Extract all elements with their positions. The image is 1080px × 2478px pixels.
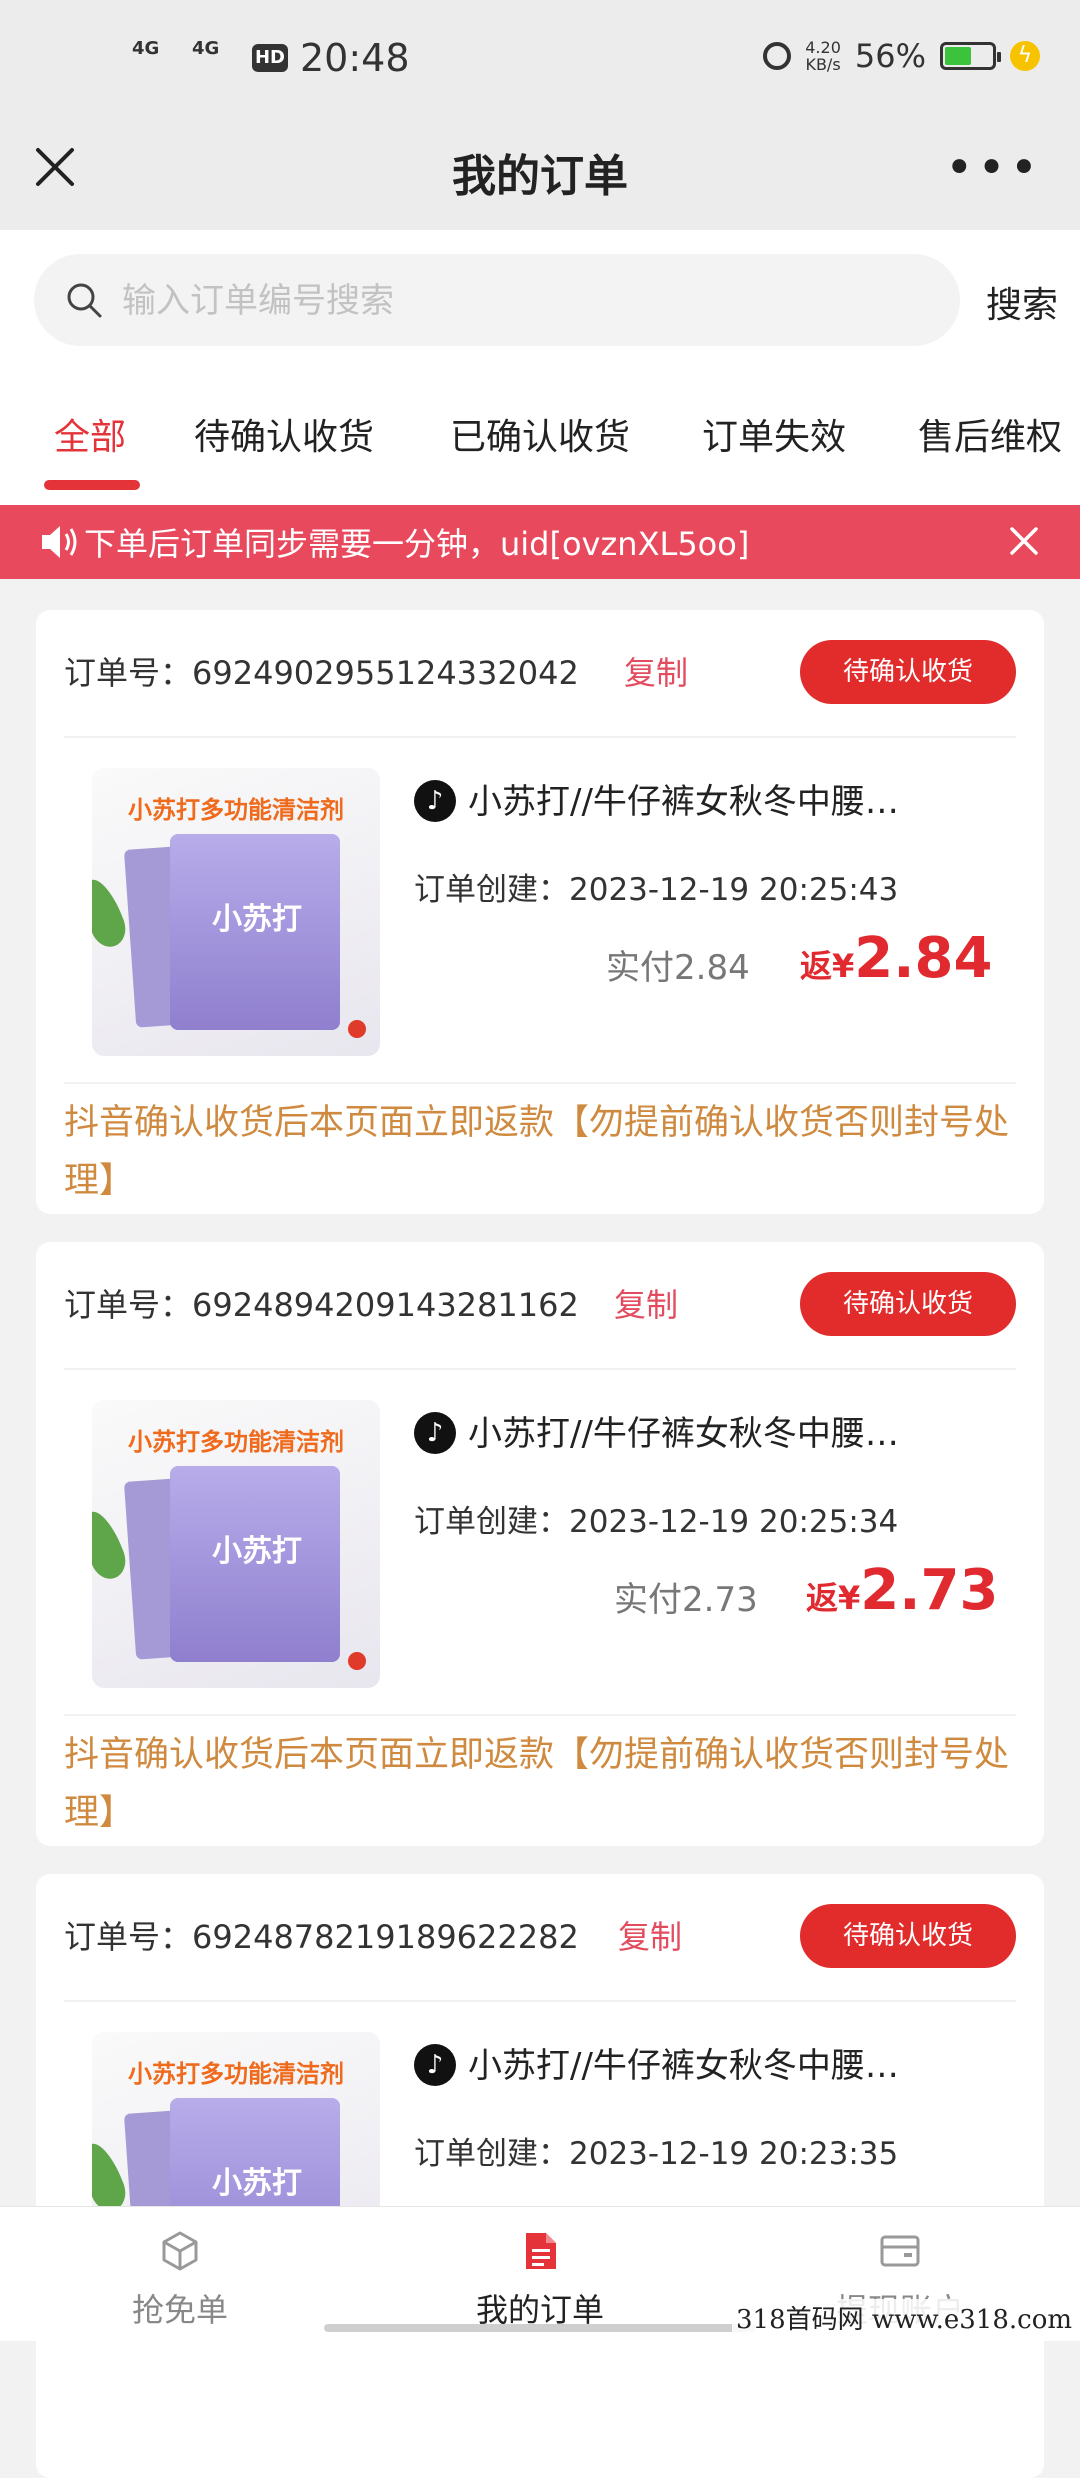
- product-bag-label: 小苏打: [212, 902, 302, 937]
- divider: [64, 736, 1016, 738]
- order-status-button[interactable]: 待确认收货: [800, 640, 1016, 704]
- speaker-icon: [42, 526, 77, 558]
- divider: [64, 2000, 1016, 2002]
- product-image[interactable]: 小苏打多功能清洁剂 小苏打: [92, 768, 380, 1056]
- paid-amount: 实付2.84: [606, 948, 750, 988]
- network-speed: 4.20 KB/s: [805, 38, 841, 74]
- tab-confirmed-receipt[interactable]: 已确认收货: [450, 408, 630, 460]
- page-title: 我的订单: [452, 151, 628, 202]
- refund-warning: 抖音确认收货后本页面立即返款【勿提前确认收货否则封号处理】: [64, 1735, 1010, 1833]
- alarm-clock-icon: [763, 42, 792, 70]
- product-bag-front: 小苏打: [170, 834, 340, 1030]
- tab-after-sales[interactable]: 售后维权: [918, 408, 1062, 460]
- search-input[interactable]: [120, 254, 924, 348]
- battery-percent: 56%: [854, 37, 926, 75]
- rebate-amount: 返¥2.73: [806, 1558, 999, 1623]
- order-number: 订单号：6924894209143281162: [64, 1286, 579, 1324]
- product-name[interactable]: 小苏打//牛仔裤女秋冬中腰…: [468, 1406, 988, 1455]
- product-bag-label: 小苏打: [212, 1534, 302, 1569]
- tab-all[interactable]: 全部: [54, 408, 126, 460]
- leaf-decoration: [92, 874, 131, 952]
- order-number: 订单号：6924902955124332042: [64, 654, 579, 692]
- order-card[interactable]: 订单号：6924894209143281162 复制 待确认收货 小苏打多功能清…: [36, 1242, 1044, 1846]
- order-number: 订单号：6924878219189622282: [64, 1918, 579, 1956]
- document-icon: [526, 2233, 556, 2269]
- signal-4g-icon: 4G: [132, 38, 160, 59]
- status-time: 20:48: [300, 36, 410, 80]
- paid-amount: 实付2.73: [614, 1580, 758, 1620]
- notice-close-icon[interactable]: [1006, 523, 1042, 559]
- copy-button[interactable]: 复制: [624, 648, 688, 694]
- order-tabs: 全部 待确认收货 已确认收货 订单失效 售后维权: [0, 360, 1080, 505]
- leaf-decoration: [92, 1506, 131, 1584]
- watermark: 318首码网 www.e318.com: [732, 2299, 1076, 2336]
- product-image-banner: 小苏打多功能清洁剂: [128, 1428, 344, 1456]
- tab-active-indicator: [44, 480, 140, 490]
- search-icon: [67, 283, 102, 318]
- order-created-time: 订单创建：2023-12-19 20:23:35: [414, 2136, 899, 2172]
- cube-icon: [162, 2231, 198, 2271]
- leaf-decoration: [92, 2138, 131, 2216]
- hd-voice-icon: HD: [252, 44, 288, 72]
- order-status-button[interactable]: 待确认收货: [800, 1904, 1016, 1968]
- nav-my-orders[interactable]: 我的订单: [360, 2207, 720, 2341]
- order-created-time: 订单创建：2023-12-19 20:25:34: [414, 1504, 899, 1540]
- signal-4g-icon: 4G: [192, 38, 220, 59]
- divider: [64, 1368, 1016, 1370]
- search-box: [34, 254, 960, 348]
- refund-warning: 抖音确认收货后本页面立即返款【勿提前确认收货否则封号处理】: [64, 1103, 1010, 1201]
- search-button[interactable]: 搜索: [986, 276, 1058, 328]
- order-created-time: 订单创建：2023-12-19 20:25:43: [414, 872, 899, 908]
- app-header: 我的订单 •••: [0, 120, 1080, 230]
- tomato-decoration: [348, 1652, 366, 1670]
- copy-button[interactable]: 复制: [618, 1912, 682, 1958]
- rebate-amount: 返¥2.84: [800, 926, 993, 991]
- notice-bar: 下单后订单同步需要一分钟，uid[ovznXL5oo]: [0, 505, 1080, 579]
- product-name[interactable]: 小苏打//牛仔裤女秋冬中腰…: [468, 2038, 988, 2087]
- nav-label: 抢免单: [131, 2291, 228, 2329]
- nav-free-order[interactable]: 抢免单: [0, 2207, 360, 2341]
- product-bag-label: 小苏打: [212, 2166, 302, 2201]
- divider: [64, 1714, 1016, 1716]
- order-card[interactable]: 订单号：6924902955124332042 复制 待确认收货 小苏打多功能清…: [36, 610, 1044, 1214]
- tomato-decoration: [348, 1020, 366, 1038]
- product-name[interactable]: 小苏打//牛仔裤女秋冬中腰…: [468, 774, 988, 823]
- home-indicator[interactable]: [324, 2324, 756, 2332]
- order-card[interactable]: 订单号：6924878219189622282 复制 待确认收货 小苏打多功能清…: [36, 1874, 1044, 2478]
- copy-button[interactable]: 复制: [614, 1280, 678, 1326]
- tiktok-icon: ♪: [414, 780, 456, 822]
- product-image-banner: 小苏打多功能清洁剂: [128, 2060, 344, 2088]
- tab-invalid[interactable]: 订单失效: [702, 408, 846, 460]
- product-image-banner: 小苏打多功能清洁剂: [128, 796, 344, 824]
- tab-pending-receipt[interactable]: 待确认收货: [194, 408, 374, 460]
- status-bar: 4G 4G HD 20:48 4.20 KB/s 56% ϟ: [0, 0, 1080, 120]
- battery-icon: [940, 42, 1001, 70]
- tiktok-icon: ♪: [414, 2044, 456, 2086]
- wallet-icon: [880, 2235, 920, 2267]
- tiktok-icon: ♪: [414, 1412, 456, 1454]
- product-image[interactable]: 小苏打多功能清洁剂 小苏打: [92, 1400, 380, 1688]
- search-bar: 搜索: [0, 230, 1080, 360]
- lightning-icon: ϟ: [1010, 41, 1040, 71]
- product-bag-front: 小苏打: [170, 1466, 340, 1662]
- notice-text: 下单后订单同步需要一分钟，uid[ovznXL5oo]: [84, 525, 750, 563]
- divider: [64, 1082, 1016, 1084]
- order-status-button[interactable]: 待确认收货: [800, 1272, 1016, 1336]
- more-icon[interactable]: •••: [945, 144, 1042, 192]
